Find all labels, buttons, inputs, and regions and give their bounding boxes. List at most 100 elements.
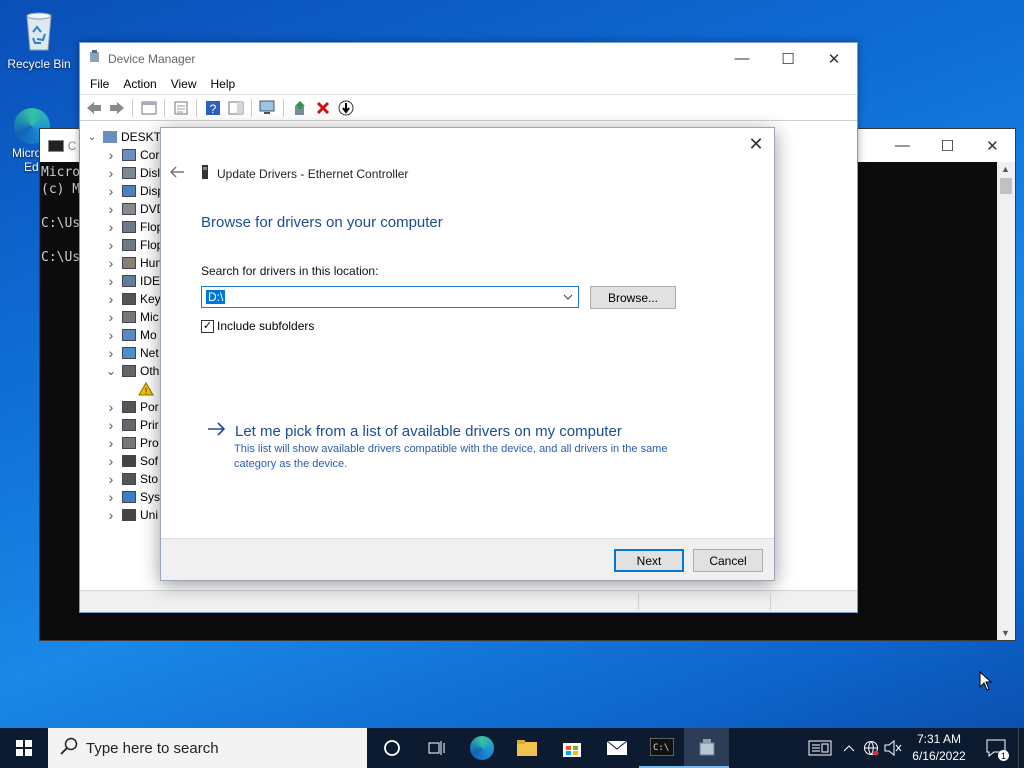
news-and-interests-icon[interactable] — [802, 728, 838, 768]
console-maximize-button[interactable]: ☐ — [925, 130, 970, 162]
console-close-button[interactable]: ✕ — [970, 130, 1015, 162]
chevron-right-icon[interactable]: › — [104, 309, 118, 325]
tree-item[interactable]: › IDE — [80, 272, 160, 290]
include-subfolders-checkbox[interactable]: ✓ Include subfolders — [201, 319, 314, 333]
chevron-down-icon[interactable]: ⌄ — [85, 132, 99, 143]
tree-item[interactable]: › Disp — [80, 182, 164, 200]
chevron-right-icon[interactable]: › — [104, 453, 118, 469]
show-hidden-icons-chevron-up-icon[interactable] — [838, 728, 860, 768]
taskbar-search-box[interactable]: Type here to search — [48, 728, 367, 768]
chevron-right-icon[interactable]: › — [104, 255, 118, 271]
action-center-icon[interactable]: 1 — [974, 728, 1018, 768]
tree-item[interactable]: › Sof — [80, 452, 158, 470]
tree-item[interactable]: › Por — [80, 398, 159, 416]
chevron-right-icon[interactable]: › — [104, 345, 118, 361]
chevron-right-icon[interactable]: › — [104, 507, 118, 523]
chevron-right-icon[interactable]: › — [104, 201, 118, 217]
devmgr-maximize-button[interactable]: ☐ — [765, 43, 811, 75]
chevron-right-icon[interactable]: › — [104, 435, 118, 451]
chevron-right-icon[interactable]: › — [104, 417, 118, 433]
tree-item[interactable]: ⌄ Oth — [80, 362, 159, 380]
scroll-down-icon[interactable]: ▼ — [1001, 628, 1010, 638]
dialog-close-button[interactable]: ✕ — [746, 134, 766, 154]
chevron-right-icon[interactable]: › — [104, 165, 118, 181]
next-button[interactable]: Next — [614, 549, 684, 572]
cancel-button[interactable]: Cancel — [693, 549, 763, 572]
tree-item[interactable]: › Hun — [80, 254, 162, 272]
back-icon[interactable] — [84, 98, 103, 117]
properties-icon[interactable] — [171, 98, 190, 117]
device-manager-taskbar-icon[interactable] — [684, 728, 729, 768]
forward-icon[interactable] — [107, 98, 126, 117]
scroll-up-icon[interactable]: ▲ — [1001, 164, 1010, 174]
menu-file[interactable]: File — [83, 77, 116, 91]
tree-root[interactable]: ⌄ DESKTO — [80, 128, 170, 146]
network-globe-icon[interactable] — [860, 728, 882, 768]
tree-item[interactable]: › Mic — [80, 308, 159, 326]
tree-item[interactable]: › Prir — [80, 416, 159, 434]
device-manager-titlebar[interactable]: Device Manager — ☐ ✕ — [80, 43, 857, 74]
tree-item[interactable]: › Flop — [80, 236, 164, 254]
task-view-icon[interactable] — [414, 728, 459, 768]
update-driver-icon[interactable] — [290, 98, 309, 117]
menu-view[interactable]: View — [164, 77, 204, 91]
console-minimize-button[interactable]: — — [880, 130, 925, 162]
browse-button[interactable]: Browse... — [590, 286, 676, 309]
file-explorer-icon[interactable] — [504, 728, 549, 768]
tree-item[interactable]: › Flop — [80, 218, 164, 236]
tree-item[interactable]: › Uni — [80, 506, 158, 524]
pick-from-list-link[interactable]: Let me pick from a list of available dri… — [235, 423, 622, 440]
command-prompt-taskbar-icon[interactable]: C:\ — [639, 728, 684, 768]
chevron-right-icon[interactable]: › — [104, 273, 118, 289]
tree-item[interactable]: › Disl — [80, 164, 160, 182]
tree-item[interactable]: › Net — [80, 344, 159, 362]
action-pane-icon[interactable] — [226, 98, 245, 117]
chevron-right-icon[interactable]: › — [104, 147, 118, 163]
devmgr-close-button[interactable]: ✕ — [811, 43, 857, 75]
tree-item[interactable]: › Syst — [80, 488, 164, 506]
chevron-down-icon[interactable]: ⌄ — [104, 364, 118, 378]
tree-item[interactable]: › Sto — [80, 470, 158, 488]
tree-item[interactable]: › Cor — [80, 146, 160, 164]
show-hide-console-tree-icon[interactable] — [139, 98, 158, 117]
uninstall-device-icon[interactable] — [313, 98, 332, 117]
tree-item[interactable]: › Pro — [80, 434, 159, 452]
pick-from-list-link-block[interactable]: Let me pick from a list of available dri… — [207, 422, 684, 472]
clock[interactable]: 7:31 AM 6/16/2022 — [904, 731, 974, 765]
mail-icon[interactable] — [594, 728, 639, 768]
task-view-circle-icon[interactable] — [369, 728, 414, 768]
download-icon[interactable] — [336, 98, 355, 117]
recycle-bin-desktop-icon[interactable]: Recycle Bin — [1, 8, 77, 71]
chevron-right-icon[interactable]: › — [104, 237, 118, 253]
tree-item[interactable]: › Key — [80, 290, 161, 308]
chevron-right-icon[interactable]: › — [104, 183, 118, 199]
show-desktop-button[interactable] — [1018, 728, 1024, 768]
chevron-right-icon[interactable]: › — [104, 291, 118, 307]
edge-taskbar-icon[interactable] — [459, 728, 504, 768]
scan-hardware-icon[interactable] — [258, 98, 277, 117]
chevron-right-icon[interactable]: › — [104, 327, 118, 343]
start-button[interactable] — [0, 728, 48, 768]
tree-item[interactable]: ! — [80, 380, 158, 398]
chevron-right-icon[interactable]: › — [104, 489, 118, 505]
volume-muted-icon[interactable] — [882, 728, 904, 768]
tree-item[interactable]: › Mo — [80, 326, 157, 344]
chevron-right-icon[interactable]: › — [104, 399, 118, 415]
back-arrow-icon[interactable] — [169, 165, 187, 181]
menu-help[interactable]: Help — [204, 77, 243, 91]
microsoft-store-icon[interactable] — [549, 728, 594, 768]
chevron-right-icon[interactable]: › — [104, 219, 118, 235]
menu-action[interactable]: Action — [116, 77, 163, 91]
driver-path-value[interactable]: D:\ — [206, 290, 226, 304]
scroll-thumb[interactable] — [1000, 178, 1012, 194]
update-drivers-dialog[interactable]: ✕ Update Drivers - Ethernet Controller B… — [160, 127, 775, 581]
checkbox-checkmark-icon[interactable]: ✓ — [201, 319, 214, 333]
chevron-down-icon[interactable] — [561, 289, 575, 305]
driver-path-combobox[interactable]: D:\ — [201, 286, 579, 308]
edge-desktop-icon[interactable]: Micro Ed — [0, 108, 50, 174]
chevron-right-icon[interactable]: › — [104, 471, 118, 487]
devmgr-minimize-button[interactable]: — — [719, 43, 765, 75]
console-scrollbar[interactable]: ▲ ▼ — [997, 162, 1015, 640]
tree-item[interactable]: › DVD — [80, 200, 166, 218]
help-icon[interactable]: ? — [203, 98, 222, 117]
